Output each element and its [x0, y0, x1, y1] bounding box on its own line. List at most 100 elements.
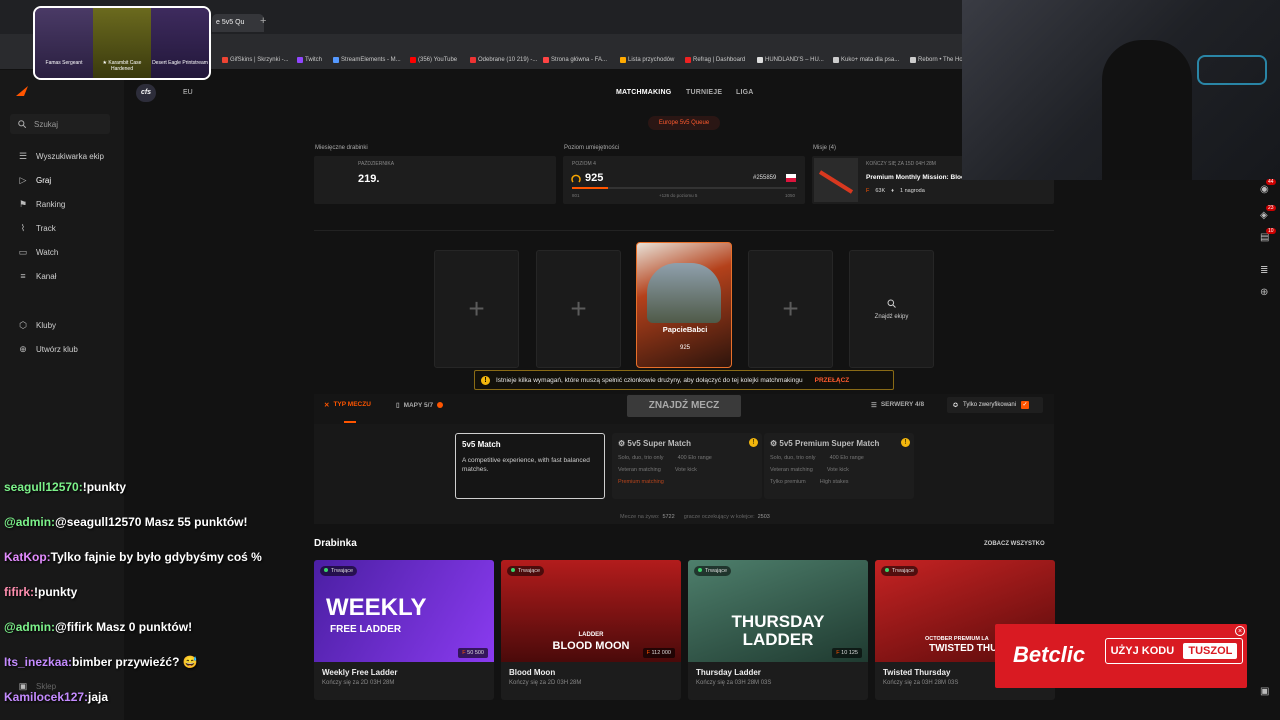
premium-icon: ⚙: [618, 439, 628, 448]
bookmark[interactable]: GifSkins | Skrzynki -...: [222, 57, 289, 63]
right-action-bar: ◉ 44 ◈ 23 ▤ 10 ≣ ⊕ ▣: [1254, 170, 1280, 720]
drabinki-card[interactable]: PAŹDZIERNIKA 219.: [314, 156, 556, 204]
sidebar-item-track[interactable]: ⌇ Track: [10, 219, 114, 237]
bookmark[interactable]: Odebrane (10 219) -...: [470, 57, 537, 63]
search-input[interactable]: Szukaj: [10, 114, 110, 134]
find-match-button[interactable]: ZNAJDŹ MECZ: [627, 395, 741, 417]
queue-selector[interactable]: Europe 5v5 Queue: [648, 116, 720, 130]
banner-text: LADDER: [578, 632, 604, 638]
bookmark[interactable]: Strona główna - FA...: [543, 57, 607, 63]
player-card[interactable]: PapcieBabci 925: [636, 242, 732, 368]
mode-title: 5v5 Super Match: [627, 439, 691, 448]
bookmark[interactable]: Reborn • The Ho: [910, 57, 963, 63]
notifications-icon[interactable]: ◉: [1260, 184, 1269, 195]
bookmark[interactable]: (356) YouTube: [410, 57, 457, 63]
sidebar-item-watch[interactable]: ▭ Watch: [10, 243, 114, 261]
notification-badge: 10: [1266, 228, 1276, 234]
chat-user: Kamilocek127:: [4, 690, 89, 704]
bookmark[interactable]: Lista przychodów: [620, 57, 674, 63]
bookmark[interactable]: HUNDLAND'S – HU...: [757, 57, 824, 63]
ladders-title: Drabinka: [314, 538, 357, 549]
tab-turnieje[interactable]: TURNIEJE: [686, 89, 722, 96]
chat-text: !punkty: [34, 585, 78, 599]
sidebar-item-kluby[interactable]: ⬡ Kluby: [10, 316, 114, 334]
clubs-icon: ⬡: [19, 319, 27, 330]
add-icon[interactable]: ⊕: [1260, 287, 1268, 298]
mission-points: 63K: [875, 188, 886, 194]
new-tab-button[interactable]: +: [260, 15, 266, 27]
channel-icon: ≡: [20, 271, 26, 281]
requirements-warning: ! Istnieje kilka wymagań, które muszą sp…: [474, 370, 894, 390]
region-label[interactable]: EU: [183, 89, 193, 96]
servers-filter[interactable]: ☰ SERWERY 4/8: [871, 401, 924, 409]
ladder-card[interactable]: Trwające THURSDAY LADDER F 10 125 Thursd…: [688, 560, 868, 700]
see-all-link[interactable]: ZOBACZ WSZYSTKO: [984, 541, 1045, 547]
ladder-banner: Trwające THURSDAY LADDER F 10 125: [688, 560, 868, 662]
play-icon: ▷: [19, 174, 27, 185]
mode-tag: 400 Elo range: [829, 455, 864, 461]
sidebar-item-ranking[interactable]: ⚑ Ranking: [10, 195, 114, 213]
faceit-logo-icon[interactable]: [16, 86, 28, 98]
skill-card[interactable]: POZIOM 4 925 #255859 801 +126 do poziomu…: [563, 156, 805, 204]
ladder-banner: Trwające WEEKLY FREE LADDER F 50 500: [314, 560, 494, 662]
mode-5v5-match[interactable]: 5v5 Match A competitive experience, with…: [455, 433, 605, 499]
match-type-tab[interactable]: ✕ TYP MECZU: [324, 401, 371, 409]
find-team-slot[interactable]: Znajdź ekipy: [849, 250, 934, 368]
live-matches: 5722: [662, 514, 675, 520]
game-badge[interactable]: cfs: [136, 84, 156, 102]
checkbox-checked-icon: ✓: [1021, 401, 1030, 409]
online-stats: Mecze na żywo: 5722 gracze oczekujący w k…: [620, 514, 770, 520]
invite-slot-2[interactable]: +: [536, 250, 621, 368]
bookmark[interactable]: Twitch: [297, 57, 322, 63]
bookmark[interactable]: StreamElements - M...: [333, 57, 401, 63]
chat-message: @admin:@fifirk Masz 0 punktów!: [4, 620, 192, 634]
mode-tag: Premium matching: [618, 479, 664, 485]
invite-slot-1[interactable]: +: [434, 250, 519, 368]
switch-button[interactable]: PRZEŁĄCZ: [815, 377, 850, 384]
skill-level: POZIOM 4: [572, 161, 596, 167]
sidebar-item-utworz-klub[interactable]: ⊕ Utwórz klub: [10, 340, 114, 358]
mode-tag: Solo, duo, trio only: [770, 455, 816, 461]
search-icon: [887, 299, 896, 308]
verified-only-toggle[interactable]: ✪ Tylko zweryfikowani ✓: [947, 397, 1043, 413]
status-badge: Trwające: [892, 568, 915, 574]
ladder-card[interactable]: Trwające WEEKLY FREE LADDER F 50 500 Wee…: [314, 560, 494, 700]
live-matches-label: Mecze na żywo:: [620, 514, 660, 520]
streamer-silhouette: [1102, 40, 1192, 180]
bookmark[interactable]: Kuko+ mata dla psa...: [833, 57, 899, 63]
skill-label: Poziom umiejętności: [564, 145, 620, 151]
mission-weapon-image: [814, 158, 858, 202]
queue-count: 2503: [757, 514, 770, 520]
close-icon[interactable]: ×: [1235, 626, 1245, 636]
status-badge: Trwające: [331, 568, 354, 574]
ladder-name: Blood Moon: [509, 668, 556, 677]
party-icon[interactable]: ≣: [1260, 265, 1268, 276]
mode-tag: Solo, duo, trio only: [618, 455, 664, 461]
tab-liga[interactable]: LIGA: [736, 89, 754, 96]
sidebar-item-kanal[interactable]: ≡ Kanał: [10, 267, 114, 285]
elo-to-next: +126 do poziomu 5: [659, 193, 698, 198]
banner-subtext: FREE LADDER: [330, 624, 402, 635]
bookmark[interactable]: Refrag | Dashboard: [685, 57, 745, 63]
ladder-card[interactable]: Trwające LADDER BLOOD MOON F 112 000 Blo…: [501, 560, 681, 700]
sidebar-item-wyszukiwarka[interactable]: ☰ Wyszukiwarka ekip: [10, 147, 114, 165]
skin-item: Famas Sergeant: [35, 8, 93, 78]
status-badge: Trwające: [705, 568, 728, 574]
mission-ends: KOŃCZY SIĘ ZA 15D 04H 28M: [866, 161, 936, 167]
plus-icon: +: [468, 293, 485, 324]
friends-icon[interactable]: ◈: [1260, 210, 1268, 221]
mode-5v5-super-match[interactable]: ⚙ 5v5 Super Match Solo, duo, trio only 40…: [612, 433, 762, 499]
mode-5v5-premium-super-match[interactable]: ⚙ 5v5 Premium Super Match Solo, duo, tri…: [764, 433, 914, 499]
banner-subtext: LADDER: [742, 630, 814, 649]
warning-icon: !: [901, 438, 910, 447]
mode-tag: Vote kick: [826, 467, 849, 473]
maps-tab[interactable]: ▯ MAPY 5/7: [396, 401, 444, 409]
browser-tab[interactable]: e 5v5 Qu: [212, 14, 264, 32]
gift-icon[interactable]: ▣: [1260, 686, 1269, 697]
sidebar-item-graj[interactable]: ▷ Graj: [10, 171, 114, 189]
neon-sign: [1197, 55, 1267, 85]
ladder-ends: Kończy się za 2D 03H 28M: [322, 680, 395, 686]
invite-slot-3[interactable]: +: [748, 250, 833, 368]
tab-matchmaking[interactable]: MATCHMAKING: [616, 89, 671, 96]
chat-message: @admin:@seagull12570 Masz 55 punktów!: [4, 515, 247, 529]
